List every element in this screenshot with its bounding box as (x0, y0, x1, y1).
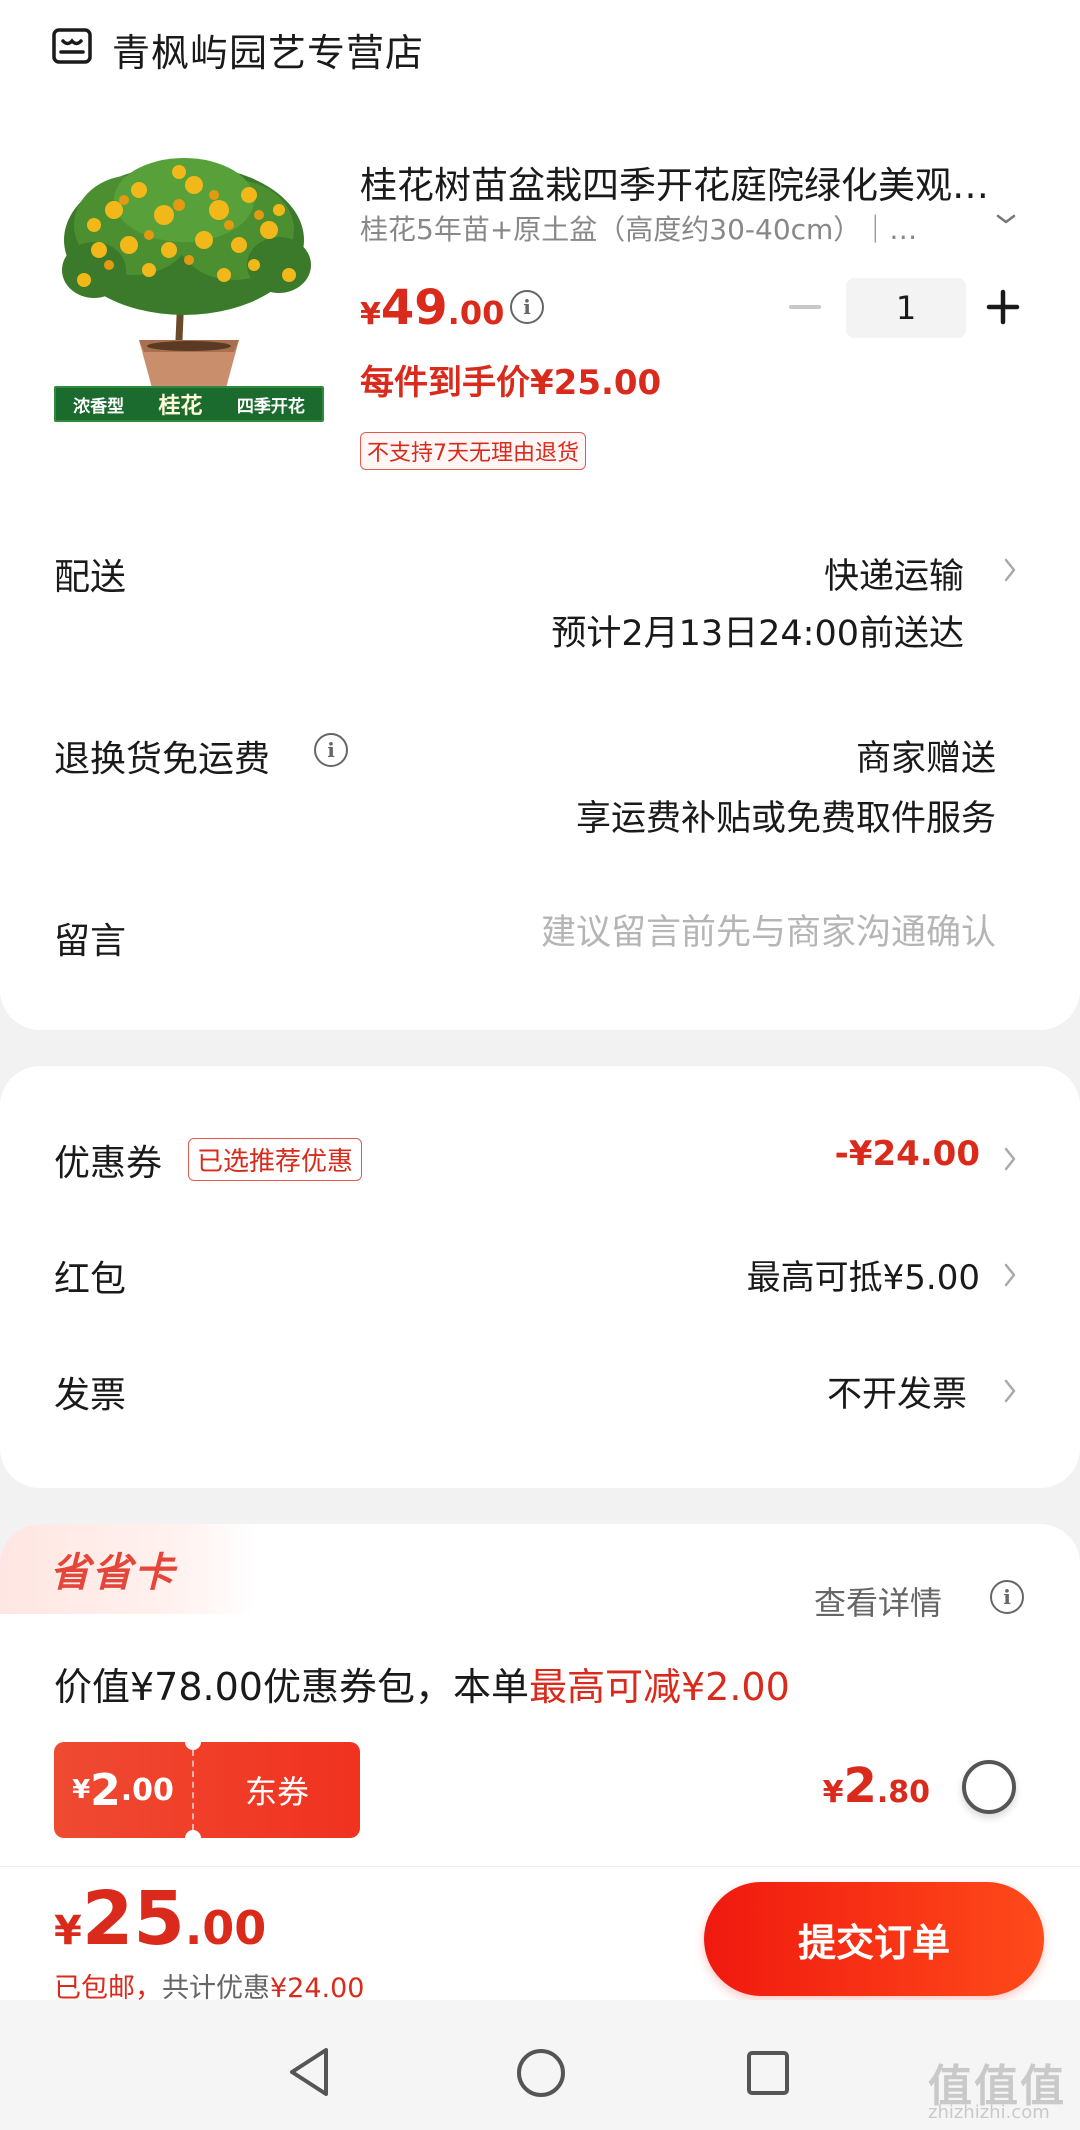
card-price-integer: 2 (843, 1758, 877, 1814)
message-input[interactable] (396, 906, 996, 960)
chevron-right-icon[interactable] (1000, 1375, 1020, 1407)
coupon-label: 优惠券 (54, 1143, 163, 1184)
savings-card-detail-link[interactable]: 查看详情 (814, 1578, 942, 1624)
chevron-right-icon[interactable] (1000, 1143, 1020, 1175)
banner-text-center: 桂花 (158, 394, 203, 419)
total-symbol: ¥ (54, 1908, 82, 1954)
savings-card-desc-prefix: 价值¥78.00优惠券包，本单 (54, 1665, 529, 1709)
product-image[interactable]: 浓香型 桂花 四季开花 (54, 150, 324, 422)
product-title[interactable]: 桂花树苗盆栽四季开花庭院绿化美观… (360, 155, 1030, 209)
savings-card-desc-highlight: 最高可减¥2.00 (528, 1665, 790, 1709)
invoice-value[interactable]: 不开发票 (827, 1366, 967, 1417)
message-label: 留言 (54, 921, 127, 962)
submit-order-button[interactable]: 提交订单 (704, 1882, 1044, 1996)
invoice-label: 发票 (54, 1375, 127, 1416)
store-icon (52, 28, 92, 64)
ticket-decimal: .00 (120, 1772, 174, 1808)
total-integer: 25 (81, 1876, 185, 1962)
ticket-integer: 2 (90, 1764, 121, 1816)
savings-card-description: 价值¥78.00优惠券包，本单最高可减¥2.00 (54, 1656, 790, 1711)
savings-card-title: 省省卡 (50, 1550, 176, 1596)
product-price: ¥49.00 (360, 280, 504, 336)
card-price-symbol: ¥ (822, 1775, 844, 1810)
chevron-right-icon[interactable] (1000, 554, 1020, 586)
savings-card-info-icon[interactable]: i (990, 1580, 1024, 1614)
card-price-decimal: .80 (876, 1775, 930, 1810)
chevron-right-icon[interactable] (1000, 1259, 1020, 1291)
price-info-icon[interactable]: i (510, 290, 544, 324)
osmanthus-tree-illustration (54, 150, 324, 422)
return-shipping-value: 商家赠送 (855, 739, 996, 779)
store-name[interactable]: 青枫屿园艺专营店 (112, 22, 424, 77)
return-shipping-info-icon[interactable]: i (314, 733, 348, 767)
total-decimal: .00 (184, 1901, 267, 1955)
red-packet-label: 红包 (54, 1259, 127, 1300)
coupon-recommended-badge: 已选推荐优惠 (188, 1138, 363, 1181)
shipping-label: 配送 (54, 557, 127, 598)
nav-recent-apps-icon[interactable] (746, 2050, 790, 2096)
quantity-decrease-button[interactable] (788, 282, 822, 332)
savings-card-radio[interactable] (962, 1760, 1016, 1814)
price-symbol: ¥ (360, 297, 381, 332)
return-shipping-label: 退换货免运费 (54, 739, 271, 780)
price-decimal: .00 (447, 294, 505, 332)
watermark-url: zhizhizhi.com (928, 2102, 1050, 2123)
shipping-eta: 预计2月13日24:00前送达 (551, 614, 964, 654)
nav-back-icon[interactable] (286, 2046, 332, 2098)
quantity-increase-button[interactable] (986, 288, 1020, 326)
product-image-banner: 浓香型 桂花 四季开花 (54, 386, 324, 422)
ticket-label: 东券 (244, 1773, 309, 1811)
banner-text-right: 四季开花 (236, 396, 305, 417)
return-shipping-desc: 享运费补贴或免费取件服务 (575, 799, 996, 839)
nav-home-icon[interactable] (516, 2048, 566, 2098)
final-price: 每件到手价¥25.00 (360, 363, 662, 403)
quantity-input[interactable]: 1 (846, 278, 966, 338)
price-integer: 49 (380, 280, 448, 336)
ticket-amount: ¥2.00 (54, 1742, 192, 1838)
return-policy-badge: 不支持7天无理由退货 (360, 432, 586, 470)
product-spec[interactable]: 桂花5年苗+原土盆（高度约30-40cm）｜… (360, 208, 930, 248)
ticket-symbol: ¥ (72, 1775, 91, 1805)
order-total: ¥25.00 (54, 1876, 266, 1962)
shipping-method[interactable]: 快递运输 (824, 548, 964, 599)
chevron-down-icon[interactable] (992, 205, 1020, 233)
coupon-value[interactable]: -¥24.00 (835, 1134, 980, 1174)
coupon-ticket: ¥2.00 东券 (54, 1742, 360, 1838)
savings-card-price: ¥2.80 (823, 1758, 930, 1814)
red-packet-value[interactable]: 最高可抵¥5.00 (747, 1250, 980, 1299)
banner-text-left: 浓香型 (73, 396, 125, 417)
